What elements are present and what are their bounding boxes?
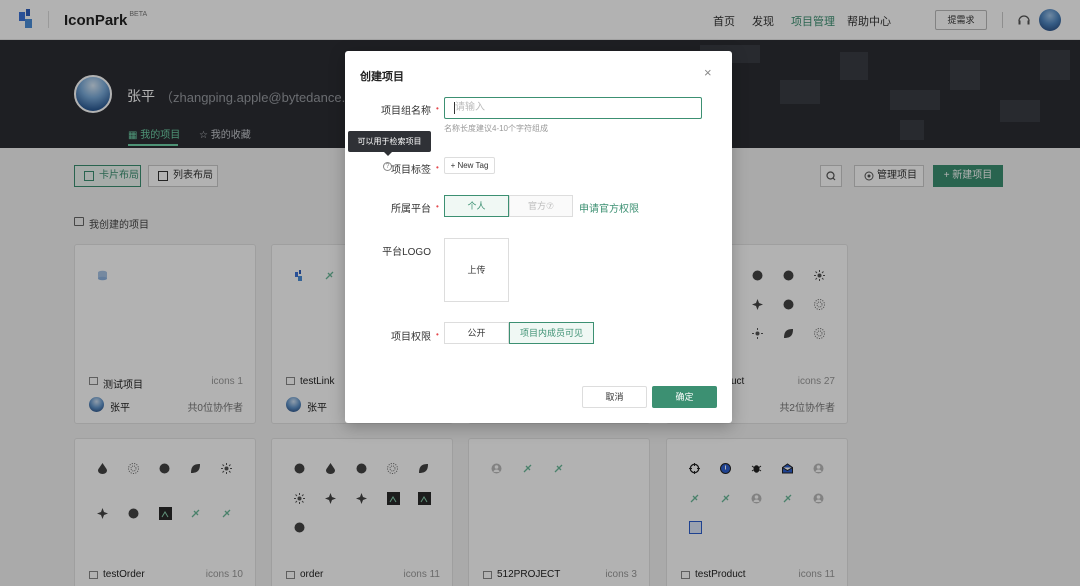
permission-public-option[interactable]: 公开 bbox=[444, 322, 509, 344]
permission-members-option[interactable]: 项目内成员可见 bbox=[509, 322, 594, 344]
required-mark: • bbox=[436, 104, 439, 113]
platform-label: 所属平台 bbox=[391, 204, 431, 215]
project-name-label: 项目组名称 bbox=[381, 106, 431, 117]
dialog-title: 创建项目 bbox=[360, 71, 404, 83]
required-mark: • bbox=[436, 330, 439, 339]
cancel-button[interactable]: 取消 bbox=[582, 386, 647, 408]
project-tag-label: 项目标签 bbox=[391, 165, 431, 176]
close-icon[interactable]: × bbox=[704, 65, 712, 80]
required-mark: • bbox=[436, 163, 439, 172]
new-tag-button[interactable]: + New Tag bbox=[444, 157, 495, 174]
confirm-button[interactable]: 确定 bbox=[652, 386, 717, 408]
project-name-hint: 名称长度建议4-10个字符组成 bbox=[444, 124, 549, 133]
text-cursor bbox=[454, 102, 455, 114]
create-project-dialog: 创建项目 × 项目组名称 • 请输入 名称长度建议4-10个字符组成 ? 项目标… bbox=[345, 51, 732, 423]
project-name-input[interactable]: 请输入 bbox=[444, 97, 702, 119]
platform-personal-option[interactable]: 个人 bbox=[444, 195, 509, 217]
platform-official-option[interactable]: 官方⑦ bbox=[509, 195, 573, 217]
tag-help-tooltip: 可以用于检索项目 bbox=[348, 131, 431, 156]
apply-official-link[interactable]: 申请官方权限 bbox=[579, 200, 639, 215]
logo-upload-box[interactable]: 上传 bbox=[444, 238, 509, 302]
permission-label: 项目权限 bbox=[391, 332, 431, 343]
required-mark: • bbox=[436, 202, 439, 211]
platform-logo-label: 平台LOGO bbox=[382, 247, 431, 258]
